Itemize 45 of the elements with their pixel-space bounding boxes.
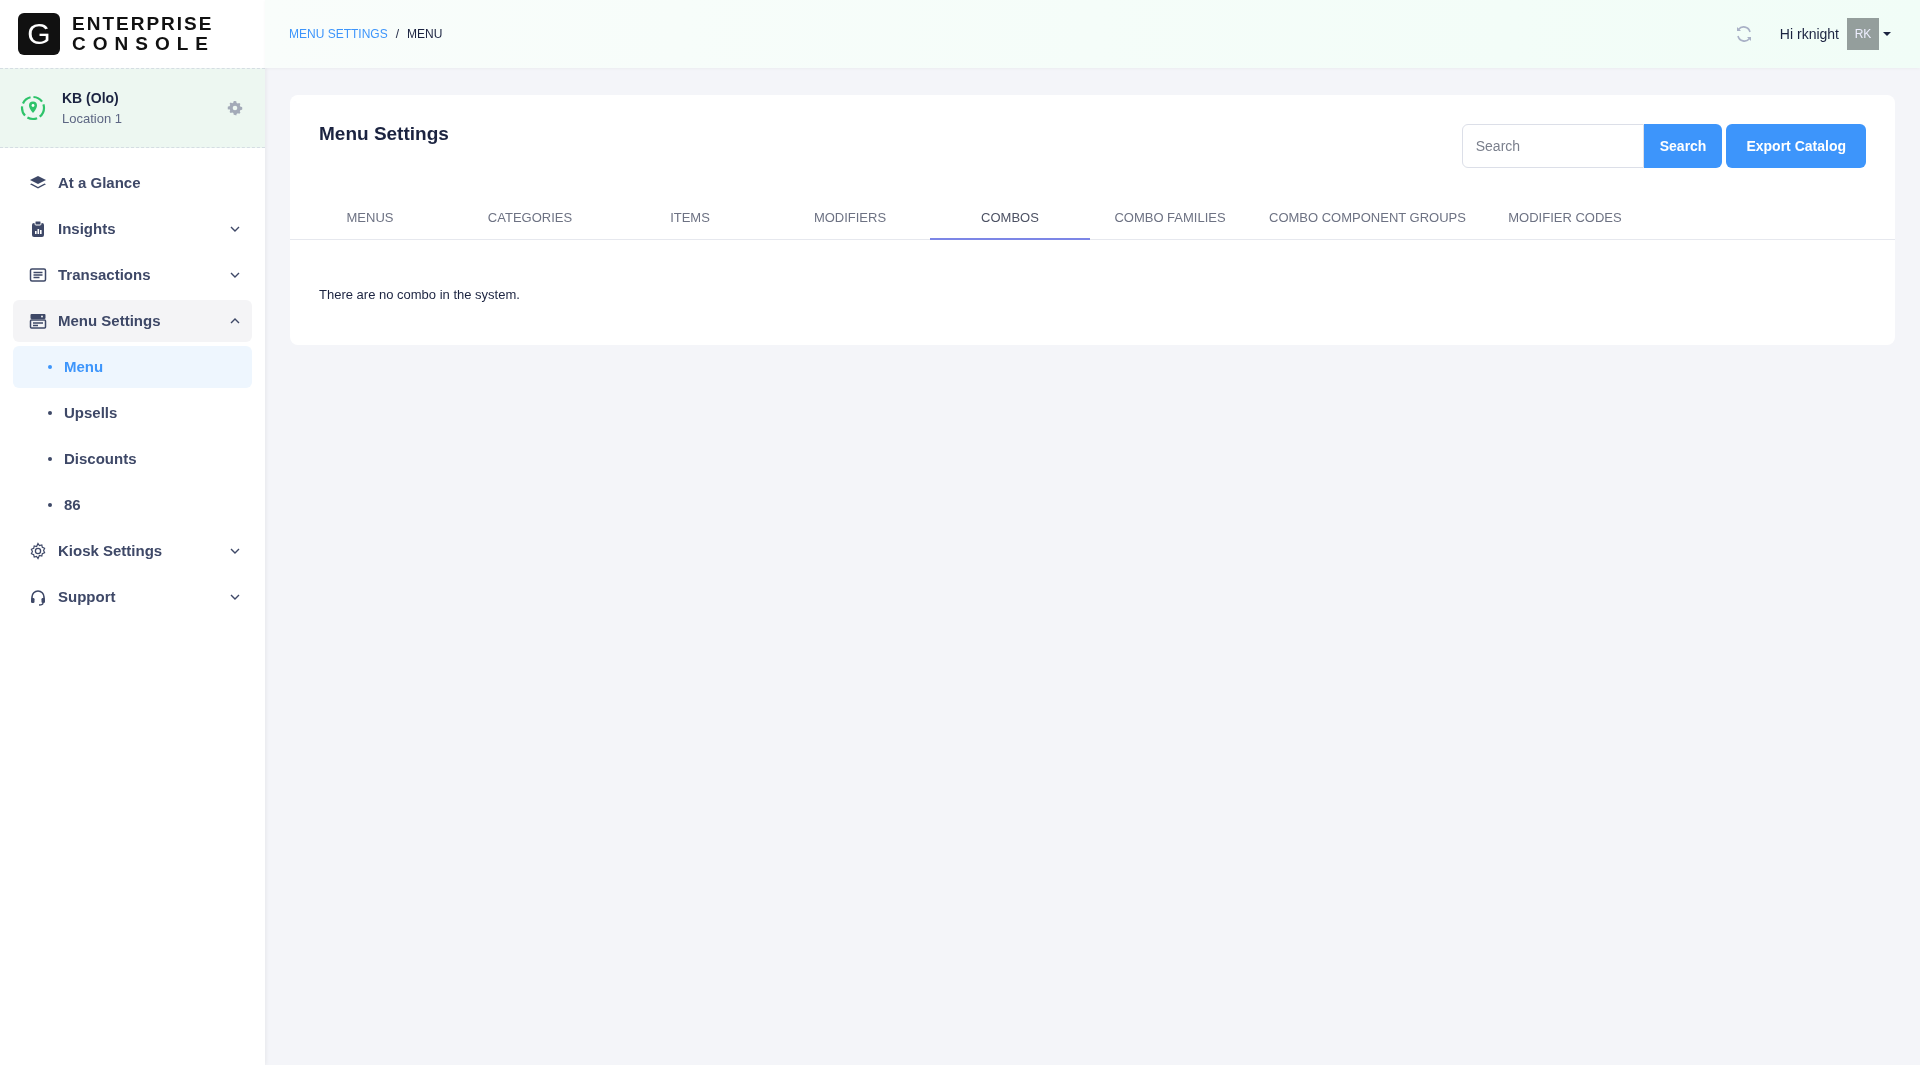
menu-card-icon — [29, 312, 47, 330]
user-greeting: Hi rknight — [1779, 24, 1839, 44]
sidebar-item[interactable]: Support — [13, 576, 252, 618]
logo-text: CONSOLE — [72, 34, 215, 54]
chevron-down-icon — [230, 226, 240, 232]
tab[interactable]: MODIFIERS — [770, 198, 930, 240]
location-subtitle: Location 1 — [62, 109, 123, 128]
chevron-down-icon — [230, 548, 240, 554]
sidebar-item[interactable]: Kiosk Settings — [13, 530, 252, 572]
tab[interactable]: COMBO FAMILIES — [1090, 198, 1250, 240]
tab[interactable]: MODIFIER CODES — [1484, 198, 1645, 240]
sidebar-item[interactable]: Insights — [13, 208, 252, 250]
caret-icon — [1882, 31, 1892, 37]
location-pin-icon — [20, 95, 46, 121]
tab[interactable]: CATEGORIES — [450, 198, 610, 240]
sidebar-item[interactable]: Menu Settings — [13, 300, 252, 342]
tab[interactable]: MENUS — [290, 198, 450, 240]
card-title: Menu Settings — [319, 122, 449, 146]
search-field[interactable]: Search — [1461, 124, 1644, 168]
settings-icon[interactable] — [227, 100, 243, 116]
chevron-down-icon — [230, 272, 240, 278]
receipt-icon — [29, 266, 47, 284]
headset-icon — [29, 588, 47, 606]
chevron-up-icon — [230, 318, 240, 324]
logo-mark: G — [18, 13, 60, 55]
chevron-down-icon — [230, 594, 240, 600]
tab[interactable]: COMBOS — [930, 198, 1090, 240]
sidebar-subitem[interactable]: Discounts — [13, 438, 252, 480]
gear-icon — [29, 542, 47, 560]
search-button[interactable]: Search — [1643, 124, 1723, 168]
sidebar-subitem[interactable]: Upsells — [13, 392, 252, 434]
empty-message: There are no combo in the system. — [319, 287, 520, 302]
sidebar-item[interactable]: Transactions — [13, 254, 252, 296]
breadcrumb-link[interactable]: MENU SETTINGS — [289, 25, 388, 43]
export-button[interactable]: Export Catalog — [1726, 124, 1866, 168]
logo-text: ENTERPRISE — [72, 14, 215, 34]
sidebar-subitem[interactable]: 86 — [13, 484, 252, 526]
sidebar-subitem[interactable]: Menu — [13, 346, 252, 388]
tab[interactable]: ITEMS — [610, 198, 770, 240]
tab[interactable]: COMBO COMPONENT GROUPS — [1250, 198, 1485, 240]
breadcrumb-current: MENU — [407, 26, 443, 43]
sidebar-item[interactable]: At a Glance — [13, 162, 252, 204]
location-name: KB (Olo) — [62, 88, 120, 108]
breadcrumb-separator: / — [395, 26, 399, 43]
clipboard-chart-icon — [29, 220, 47, 238]
